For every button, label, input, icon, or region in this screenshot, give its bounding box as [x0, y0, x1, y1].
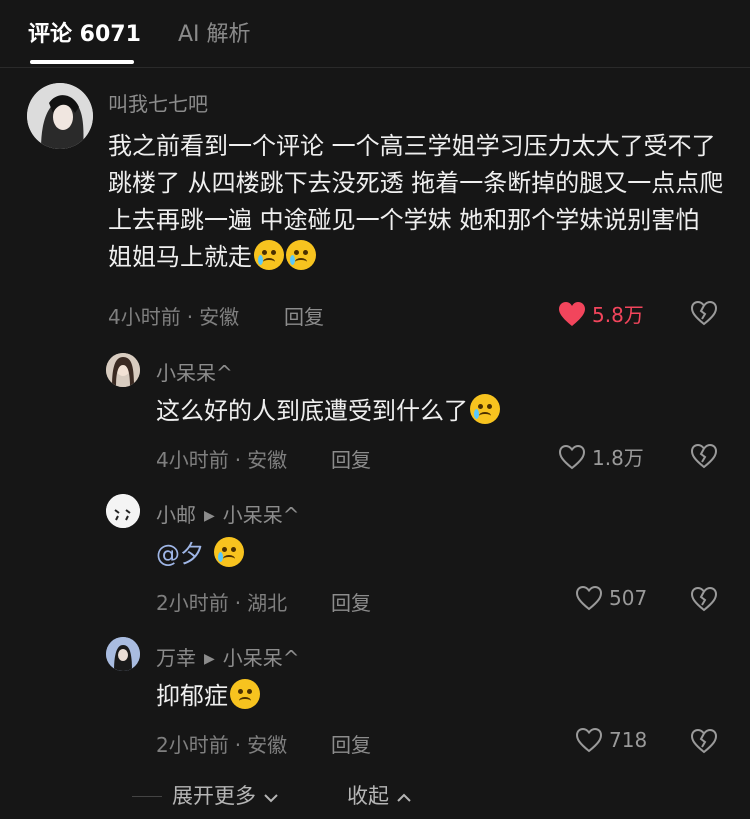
tab-bar: 评论 6071 AI 解析 — [0, 0, 750, 66]
username-line: 万幸 ▶ 小呆呆^ — [156, 642, 300, 671]
reply-arrow-icon: ▶ — [204, 508, 215, 524]
reply-button[interactable]: 回复 — [331, 587, 371, 616]
reply-text: 这么好的人到底遭受到什么了 — [156, 394, 500, 428]
reply-text: @夕 — [156, 537, 244, 571]
crying-emoji-icon — [470, 394, 500, 424]
divider — [0, 67, 750, 68]
comment-meta: 4小时前 · 安徽 — [108, 305, 240, 329]
crying-emoji-icon — [214, 537, 244, 567]
expand-more-label: 展开更多 — [172, 784, 256, 808]
chevron-up-icon — [396, 793, 411, 802]
reply-location: 安徽 — [247, 448, 288, 472]
reply-location: 安徽 — [247, 733, 288, 757]
chevron-down-icon — [263, 794, 278, 803]
avatar[interactable] — [106, 353, 140, 387]
reply-time: 4小时前 — [156, 448, 229, 472]
like-button[interactable]: 1.8万 — [558, 442, 644, 471]
username[interactable]: 小呆呆^ — [156, 357, 233, 386]
username[interactable]: 小邮 — [156, 503, 196, 527]
like-button[interactable]: 5.8万 — [558, 299, 644, 328]
reply-meta: 2小时前 · 安徽 — [156, 733, 288, 757]
avatar[interactable] — [27, 83, 93, 149]
crying-emoji-icon — [286, 240, 316, 270]
reply-to-username[interactable]: 小呆呆^ — [223, 503, 300, 527]
sad-emoji-icon — [230, 679, 260, 709]
expand-more-button[interactable]: 展开更多 — [172, 780, 279, 810]
reply-text: 抑郁症 — [156, 679, 260, 713]
broken-heart-icon[interactable] — [690, 443, 718, 469]
broken-heart-icon[interactable] — [690, 586, 718, 612]
reply-button[interactable]: 回复 — [331, 444, 371, 473]
mention-link[interactable]: @夕 — [156, 540, 204, 568]
broken-heart-icon[interactable] — [690, 728, 718, 754]
reply-button[interactable]: 回复 — [284, 301, 324, 330]
reply-to-username[interactable]: 小呆呆^ — [223, 646, 300, 670]
reply-meta: 4小时前 · 安徽 — [156, 448, 288, 472]
collapse-button[interactable]: 收起 — [347, 780, 412, 810]
reply-body: 抑郁症 — [156, 682, 228, 710]
reply-body: 这么好的人到底遭受到什么了 — [156, 397, 468, 425]
comment-time: 4小时前 — [108, 305, 181, 329]
like-button[interactable]: 718 — [575, 727, 647, 753]
comment-text: 我之前看到一个评论 一个高三学姐学习压力太大了受不了跳楼了 从四楼跳下去没死透 … — [108, 128, 728, 276]
username-line: 小邮 ▶ 小呆呆^ — [156, 499, 300, 528]
heart-icon — [558, 444, 586, 469]
username[interactable]: 叫我七七吧 — [108, 88, 208, 117]
avatar-image — [27, 83, 93, 149]
like-count: 5.8万 — [592, 303, 644, 327]
avatar-image — [106, 494, 140, 528]
active-tab-indicator — [30, 60, 134, 64]
like-count: 718 — [609, 728, 648, 752]
reply-time: 2小时前 — [156, 591, 229, 615]
like-count: 507 — [609, 586, 648, 610]
reply-arrow-icon: ▶ — [204, 651, 215, 667]
reply-location: 湖北 — [247, 591, 288, 615]
avatar[interactable] — [106, 637, 140, 671]
reply-meta: 2小时前 · 湖北 — [156, 591, 288, 615]
tab-comments[interactable]: 评论 6071 — [28, 16, 141, 48]
avatar-image — [106, 637, 140, 671]
like-button[interactable]: 507 — [575, 585, 647, 611]
heart-icon — [575, 727, 603, 753]
comment-location: 安徽 — [199, 305, 240, 329]
heart-icon — [575, 585, 603, 611]
comment-body: 我之前看到一个评论 一个高三学姐学习压力太大了受不了跳楼了 从四楼跳下去没死透 … — [108, 132, 724, 271]
like-count: 1.8万 — [592, 446, 644, 470]
collapse-label: 收起 — [347, 784, 389, 808]
avatar[interactable] — [106, 494, 140, 528]
username[interactable]: 万幸 — [156, 646, 196, 670]
crying-emoji-icon — [254, 240, 284, 270]
heart-filled-icon — [559, 301, 585, 326]
avatar-image — [106, 353, 140, 387]
divider — [132, 796, 162, 797]
reply-button[interactable]: 回复 — [331, 729, 371, 758]
tab-ai-analysis[interactable]: AI 解析 — [178, 16, 251, 48]
reply-time: 2小时前 — [156, 733, 229, 757]
broken-heart-icon[interactable] — [690, 300, 718, 326]
